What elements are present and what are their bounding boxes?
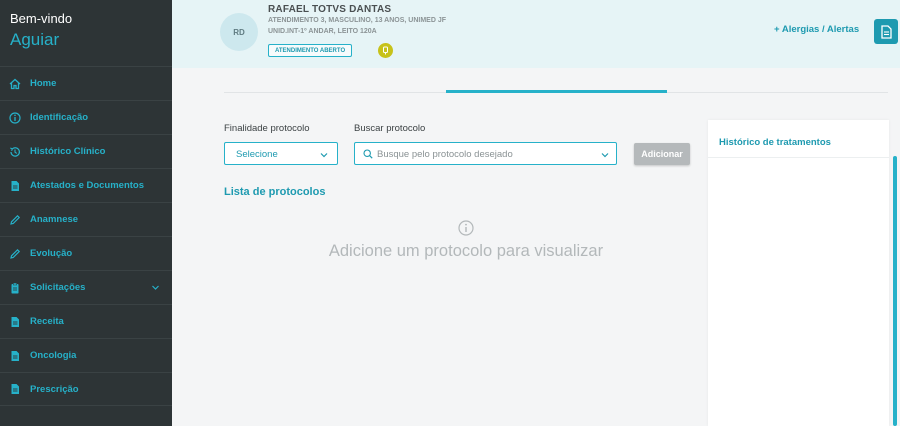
chevron-down-icon: [601, 153, 609, 158]
sidebar-menu: Home Identificação Histórico Clínico Ate…: [0, 66, 172, 406]
treatment-history-panel: Histórico de tratamentos: [708, 120, 889, 426]
pencil-icon: [9, 248, 21, 260]
sidebar-item-label: Histórico Clínico: [30, 146, 106, 157]
panel-header: Histórico de tratamentos: [708, 120, 889, 158]
sidebar-item-evolucao[interactable]: Evolução: [0, 236, 172, 270]
sidebar-item-oncologia[interactable]: Oncologia: [0, 338, 172, 372]
patient-header: RD RAFAEL TOTVS DANTAS ATENDIMENTO 3, MA…: [172, 0, 900, 68]
sidebar-item-historico-clinico[interactable]: Histórico Clínico: [0, 134, 172, 168]
document-icon: [9, 180, 21, 192]
home-icon: [9, 78, 21, 90]
purpose-select[interactable]: Selecione: [224, 142, 338, 165]
document-icon: [880, 24, 892, 39]
patient-details: ATENDIMENTO 3, MASCULINO, 13 ANOS, UNIME…: [268, 17, 446, 24]
sidebar-item-label: Solicitações: [30, 282, 86, 293]
clipboard-icon: [9, 282, 21, 294]
chevron-down-icon: [152, 285, 159, 290]
document-icon: [9, 383, 21, 395]
purpose-label: Finalidade protocolo: [224, 123, 310, 134]
sidebar-item-prescricao[interactable]: Prescrição: [0, 372, 172, 406]
panel-title: Histórico de tratamentos: [719, 137, 831, 148]
sidebar-item-label: Atestados e Documentos: [30, 180, 145, 191]
sidebar-item-label: Oncologia: [30, 350, 77, 361]
sidebar-item-label: Anamnese: [30, 214, 79, 225]
sidebar: Bem-vindo Aguiar Home Identificação Hist…: [0, 0, 172, 426]
status-badge: ATENDIMENTO ABERTO: [268, 44, 353, 57]
purpose-select-value: Selecione: [236, 149, 278, 160]
chevron-down-icon: [320, 153, 328, 158]
tab-active-indicator[interactable]: [446, 90, 667, 93]
search-placeholder: Busque pelo protocolo desejado: [377, 149, 513, 160]
empty-state-message: Adicione um protocolo para visualizar: [328, 242, 604, 260]
document-icon: [9, 316, 21, 328]
document-button[interactable]: [874, 19, 898, 44]
history-icon: [9, 146, 21, 158]
protocol-search-input[interactable]: Busque pelo protocolo desejado: [354, 142, 617, 165]
sidebar-item-label: Home: [30, 78, 57, 89]
avatar: RD: [220, 13, 258, 51]
info-icon: [458, 220, 474, 236]
user-name: Aguiar: [10, 30, 60, 49]
iv-bag-icon[interactable]: [378, 43, 393, 58]
sidebar-item-solicitacoes[interactable]: Solicitações: [0, 270, 172, 304]
panel-scrollbar[interactable]: [893, 156, 897, 426]
sidebar-item-label: Receita: [30, 316, 64, 327]
sidebar-item-label: Prescrição: [30, 383, 79, 395]
sidebar-item-label: Identificação: [30, 112, 89, 123]
allergies-alerts-link[interactable]: + Alergias / Alertas: [774, 24, 859, 35]
welcome-text: Bem-vindo: [10, 11, 73, 26]
search-label: Buscar protocolo: [354, 123, 426, 134]
sidebar-item-receita[interactable]: Receita: [0, 304, 172, 338]
document-icon: [9, 350, 21, 362]
sidebar-item-label: Evolução: [30, 248, 73, 259]
sidebar-item-anamnese[interactable]: Anamnese: [0, 202, 172, 236]
patient-name: RAFAEL TOTVS DANTAS: [268, 4, 392, 15]
pencil-icon: [9, 214, 21, 226]
patient-location: UNID.INT-1º ANDAR, LEITO 120A: [268, 28, 377, 35]
protocol-list-title: Lista de protocolos: [224, 186, 326, 198]
sidebar-item-identificacao[interactable]: Identificação: [0, 100, 172, 134]
sidebar-item-home[interactable]: Home: [0, 66, 172, 100]
info-icon: [9, 111, 21, 124]
search-icon: [363, 149, 373, 159]
sidebar-item-atestados[interactable]: Atestados e Documentos: [0, 168, 172, 202]
add-button[interactable]: Adicionar: [634, 143, 690, 165]
